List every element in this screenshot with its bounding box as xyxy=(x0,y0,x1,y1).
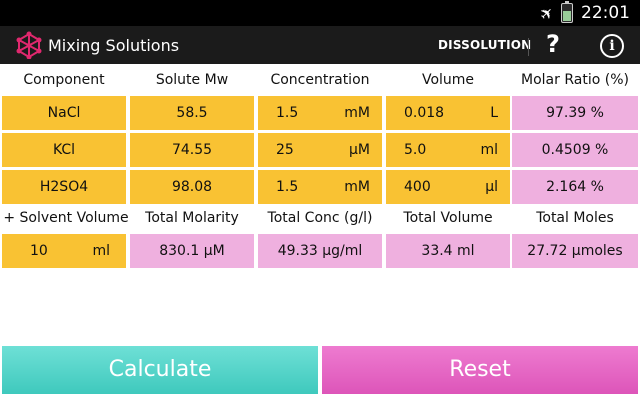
header-concentration: Concentration xyxy=(270,72,370,88)
concentration-value: 1.5 xyxy=(276,179,299,195)
action-separator xyxy=(528,38,529,56)
solute-mw-field[interactable]: 74.55 xyxy=(130,133,254,167)
header-total-conc: Total Conc (g/l) xyxy=(267,210,373,226)
solvent-volume-unit-selector[interactable]: ml xyxy=(92,234,110,268)
app-logo-icon xyxy=(16,31,42,59)
calculate-button[interactable]: Calculate xyxy=(2,346,318,394)
solute-mw-field[interactable]: 98.08 xyxy=(130,170,254,204)
volume-field[interactable]: 0.018 L xyxy=(386,96,510,130)
reset-button[interactable]: Reset xyxy=(322,346,638,394)
volume-value: 5.0 xyxy=(404,142,427,158)
solvent-volume-value: 10 xyxy=(30,243,48,259)
total-conc-value: 49.33 µg/ml xyxy=(258,234,382,268)
volume-value: 400 xyxy=(404,179,431,195)
header-total-volume: Total Volume xyxy=(403,210,493,226)
volume-unit-selector[interactable]: µl xyxy=(485,170,498,204)
solute-mw-field[interactable]: 58.5 xyxy=(130,96,254,130)
status-icons: ✈ 22:01 xyxy=(535,1,630,24)
concentration-value: 1.5 xyxy=(276,105,299,121)
volume-unit-selector[interactable]: L xyxy=(490,96,498,130)
component-field[interactable]: KCl xyxy=(2,133,126,167)
molar-ratio-value: 2.164 % xyxy=(512,170,638,204)
volume-unit-selector[interactable]: ml xyxy=(480,133,498,167)
info-icon[interactable]: i xyxy=(600,34,624,58)
help-icon[interactable]: ? xyxy=(546,30,560,58)
total-molarity-value: 830.1 µM xyxy=(130,234,254,268)
header-total-molarity: Total Molarity xyxy=(145,210,239,226)
header-component: Component xyxy=(23,72,105,88)
concentration-unit-selector[interactable]: mM xyxy=(344,96,370,130)
table-row: KCl 74.55 25 µM 5.0 ml 0.4509 % xyxy=(2,133,638,169)
volume-field[interactable]: 400 µl xyxy=(386,170,510,204)
concentration-value: 25 xyxy=(276,142,294,158)
concentration-field[interactable]: 1.5 mM xyxy=(258,96,382,130)
table-row: NaCl 58.5 1.5 mM 0.018 L 97.39 % xyxy=(2,96,638,132)
molar-ratio-value: 0.4509 % xyxy=(512,133,638,167)
action-bar: Mixing Solutions DISSOLUTION ? i xyxy=(0,26,640,64)
solvent-volume-field[interactable]: 10 ml xyxy=(2,234,126,268)
concentration-unit-selector[interactable]: mM xyxy=(344,170,370,204)
dissolution-mode-button[interactable]: DISSOLUTION xyxy=(438,38,531,52)
table-row: H2SO4 98.08 1.5 mM 400 µl 2.164 % xyxy=(2,170,638,206)
battery-icon xyxy=(561,1,573,23)
component-field[interactable]: H2SO4 xyxy=(2,170,126,204)
volume-field[interactable]: 5.0 ml xyxy=(386,133,510,167)
volume-value: 0.018 xyxy=(404,105,445,121)
header-volume: Volume xyxy=(421,72,475,88)
header-total-moles: Total Moles xyxy=(536,210,614,226)
molar-ratio-value: 97.39 % xyxy=(512,96,638,130)
concentration-unit-selector[interactable]: µM xyxy=(349,133,370,167)
concentration-field[interactable]: 25 µM xyxy=(258,133,382,167)
header-solute-mw: Solute Mw xyxy=(155,72,229,88)
concentration-field[interactable]: 1.5 mM xyxy=(258,170,382,204)
summary-row: 10 ml 830.1 µM 49.33 µg/ml 33.4 ml 27.72… xyxy=(2,234,638,270)
airplane-mode-icon: ✈ xyxy=(534,1,558,25)
total-volume-value: 33.4 ml xyxy=(386,234,510,268)
app-title: Mixing Solutions xyxy=(48,36,180,55)
status-bar: ✈ 22:01 xyxy=(0,0,640,26)
component-field[interactable]: NaCl xyxy=(2,96,126,130)
header-molar-ratio: Molar Ratio (%) xyxy=(521,72,629,88)
header-solvent-volume: + Solvent Volume xyxy=(3,210,129,226)
status-time: 22:01 xyxy=(581,3,630,23)
total-moles-value: 27.72 µmoles xyxy=(512,234,638,268)
